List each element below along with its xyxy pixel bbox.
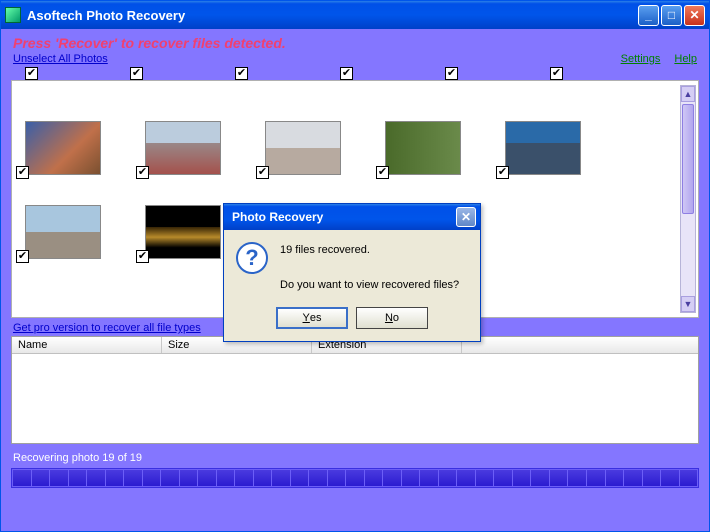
checkbox[interactable]: ✔ [235,67,248,80]
col-blank [462,337,698,353]
no-label: o [393,312,399,324]
dialog-line1: 19 files recovered. [280,242,459,260]
minimize-button[interactable]: _ [638,5,659,26]
photo-thumb[interactable]: ✔ [18,205,108,259]
thumb-checkbox[interactable]: ✔ [256,166,269,179]
instruction-text: Press 'Recover' to recover files detecte… [11,33,699,53]
photo-thumb[interactable]: ✔ [258,121,348,175]
dialog-body: ? 19 files recovered. Do you want to vie… [224,230,480,303]
settings-link[interactable]: Settings [621,53,661,65]
no-button[interactable]: No [356,307,428,329]
vertical-scrollbar[interactable]: ▲ ▼ [680,85,696,313]
dialog-buttons: Yes No [224,303,480,341]
thumb-image [145,205,221,259]
checkbox[interactable]: ✔ [25,67,38,80]
thumb-checkbox[interactable]: ✔ [16,166,29,179]
photo-thumb[interactable]: ✔ [138,121,228,175]
thumb-image [25,121,101,175]
thumb-image [505,121,581,175]
thumb-image [145,121,221,175]
pro-version-link[interactable]: Get pro version to recover all file type… [13,322,201,334]
yes-label: es [310,312,322,324]
help-link[interactable]: Help [674,53,697,65]
thumb-image [25,205,101,259]
dialog-line2: Do you want to view recovered files? [280,277,459,295]
unselect-all-link[interactable]: Unselect All Photos [13,53,108,65]
yes-button[interactable]: Yes [276,307,348,329]
checkbox[interactable]: ✔ [130,67,143,80]
thumb-checkbox[interactable]: ✔ [136,250,149,263]
progress-bar [11,468,699,488]
status-text: Recovering photo 19 of 19 [11,444,699,468]
titlebar[interactable]: Asoftech Photo Recovery _ □ ✕ [1,1,709,29]
scroll-down-arrow[interactable]: ▼ [681,296,695,312]
thumb-checkbox[interactable]: ✔ [376,166,389,179]
thumb-image [385,121,461,175]
checkbox[interactable]: ✔ [445,67,458,80]
checkbox[interactable]: ✔ [340,67,353,80]
thumb-image [265,121,341,175]
question-icon: ? [236,242,268,274]
app-icon [5,7,21,23]
photo-thumb[interactable]: ✔ [378,121,468,175]
dialog-text: 19 files recovered. Do you want to view … [280,242,459,295]
photo-thumb[interactable]: ✔ [138,205,228,259]
recovery-dialog: Photo Recovery ✕ ? 19 files recovered. D… [223,203,481,342]
col-name[interactable]: Name [12,337,162,353]
thumb-checkbox[interactable]: ✔ [16,250,29,263]
thumb-checkbox[interactable]: ✔ [136,166,149,179]
checkbox[interactable]: ✔ [550,67,563,80]
dialog-title: Photo Recovery [232,210,456,224]
dialog-close-button[interactable]: ✕ [456,207,476,227]
link-bar: Unselect All Photos Settings Help [11,53,699,67]
scroll-thumb[interactable] [682,104,694,214]
window-title: Asoftech Photo Recovery [27,8,638,23]
photo-thumb[interactable]: ✔ [18,121,108,175]
dialog-titlebar[interactable]: Photo Recovery ✕ [224,204,480,230]
thumb-checkbox[interactable]: ✔ [496,166,509,179]
maximize-button[interactable]: □ [661,5,682,26]
file-table: Name Size Extension [11,336,699,444]
close-button[interactable]: ✕ [684,5,705,26]
photo-thumb[interactable]: ✔ [498,121,588,175]
top-checkbox-row: ✔ ✔ ✔ ✔ ✔ ✔ [11,67,699,80]
table-body [12,354,698,443]
scroll-up-arrow[interactable]: ▲ [681,86,695,102]
